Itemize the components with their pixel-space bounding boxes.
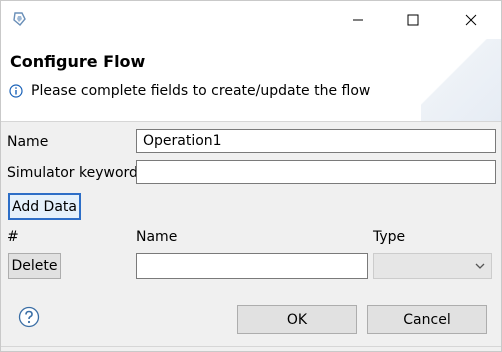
- add-data-button[interactable]: Add Data: [8, 193, 81, 220]
- help-icon[interactable]: [18, 306, 40, 328]
- dialog-message: Please complete fields to create/update …: [9, 83, 370, 99]
- maximize-button[interactable]: [390, 1, 436, 39]
- data-name-field[interactable]: [136, 253, 368, 279]
- app-icon: [13, 12, 26, 26]
- minimize-icon: [353, 19, 363, 21]
- minimize-button[interactable]: [335, 1, 381, 39]
- header-banner-decoration: [421, 39, 501, 121]
- simulator-keyword-field[interactable]: [136, 160, 496, 184]
- maximize-icon: [407, 14, 419, 26]
- simulator-keyword-label: Simulator keyword: [7, 165, 138, 181]
- title-bar[interactable]: [1, 1, 501, 39]
- bottom-divider: [1, 346, 501, 347]
- column-header-index: #: [7, 229, 19, 245]
- delete-row-button[interactable]: Delete: [8, 253, 61, 279]
- dialog-header: Configure Flow Please complete fields to…: [1, 39, 501, 122]
- close-button[interactable]: [448, 1, 494, 39]
- info-icon: [9, 84, 23, 98]
- data-type-select[interactable]: [373, 253, 492, 279]
- ok-button[interactable]: OK: [237, 305, 357, 334]
- column-header-type: Type: [373, 229, 406, 245]
- name-field[interactable]: Operation1: [136, 129, 496, 153]
- dialog-message-text: Please complete fields to create/update …: [31, 83, 371, 99]
- column-header-name: Name: [136, 229, 178, 245]
- configure-flow-dialog: Configure Flow Please complete fields to…: [0, 0, 502, 352]
- dialog-title: Configure Flow: [10, 52, 146, 71]
- chevron-down-icon: [475, 263, 485, 269]
- close-icon: [465, 14, 477, 26]
- name-label: Name: [7, 134, 49, 150]
- cancel-button[interactable]: Cancel: [367, 305, 487, 334]
